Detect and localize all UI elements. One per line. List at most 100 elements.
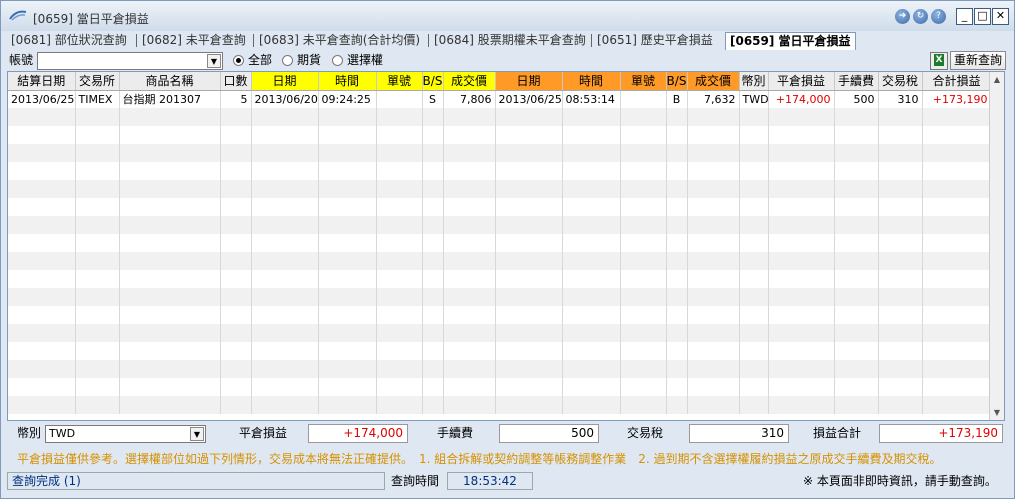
maximize-icon[interactable]: □: [974, 8, 991, 25]
col-header[interactable]: 日期: [495, 72, 563, 91]
empty-cell: [878, 216, 923, 234]
dropdown-arrow-icon[interactable]: ▼: [207, 54, 221, 68]
empty-row: [8, 198, 992, 216]
radio-futures-label[interactable]: 期貨: [297, 51, 321, 69]
minimize-icon[interactable]: _: [956, 8, 973, 25]
empty-row: [8, 288, 992, 306]
currency-label: 幣別: [17, 426, 42, 440]
empty-row: [8, 162, 992, 180]
radio-options[interactable]: [332, 55, 343, 66]
close-icon[interactable]: ✕: [992, 8, 1009, 25]
empty-cell: [251, 126, 319, 144]
empty-cell: [119, 324, 221, 342]
empty-cell: [443, 288, 496, 306]
empty-cell: [220, 306, 252, 324]
table-row[interactable]: 2013/06/25 TIMEX 台指期 201307 5 2013/06/20…: [8, 90, 992, 108]
empty-row: [8, 324, 992, 342]
col-header[interactable]: 日期: [251, 72, 319, 91]
col-header[interactable]: 結算日期: [8, 72, 76, 91]
table-header-row: 結算日期 交易所 商品名稱 口數 日期 時間 單號 B/S 成交價 日期 時間 …: [8, 72, 992, 91]
col-header[interactable]: 成交價: [443, 72, 496, 91]
tab-0683[interactable]: [0683] 未平倉查詢(合計均價): [259, 32, 420, 49]
empty-cell: [562, 180, 621, 198]
empty-cell: [878, 270, 923, 288]
empty-cell: [422, 360, 444, 378]
empty-cell: [739, 324, 769, 342]
empty-cell: [922, 108, 992, 126]
tab-0659[interactable]: [0659] 當日平倉損益: [725, 32, 856, 50]
empty-cell: [834, 180, 879, 198]
col-header[interactable]: 交易所: [75, 72, 120, 91]
empty-cell: [687, 126, 740, 144]
col-header[interactable]: 幣別: [739, 72, 769, 91]
radio-options-label[interactable]: 選擇權: [347, 51, 383, 69]
empty-cell: [495, 180, 563, 198]
empty-cell: [8, 198, 76, 216]
empty-row: [8, 378, 992, 396]
currency-select[interactable]: TWD ▼: [45, 425, 206, 443]
radio-all-label[interactable]: 全部: [248, 51, 272, 69]
col-header[interactable]: 時間: [318, 72, 377, 91]
empty-cell: [75, 216, 120, 234]
table-cell: TWD: [739, 90, 769, 108]
col-header[interactable]: 單號: [620, 72, 667, 91]
empty-cell: [687, 180, 740, 198]
empty-cell: [422, 378, 444, 396]
empty-cell: [251, 342, 319, 360]
radio-futures[interactable]: [282, 55, 293, 66]
empty-cell: [666, 126, 688, 144]
table-cell: 310: [878, 90, 923, 108]
empty-cell: [687, 108, 740, 126]
empty-cell: [318, 234, 377, 252]
help-icon[interactable]: ?: [931, 9, 946, 24]
empty-cell: [119, 216, 221, 234]
empty-cell: [119, 360, 221, 378]
col-header[interactable]: 時間: [562, 72, 621, 91]
empty-cell: [834, 144, 879, 162]
col-header[interactable]: 單號: [376, 72, 423, 91]
empty-cell: [422, 288, 444, 306]
empty-cell: [251, 162, 319, 180]
realtime-disclaimer: ※ 本頁面非即時資訊，請手動查詢。: [803, 474, 997, 488]
empty-cell: [251, 324, 319, 342]
scroll-down-icon[interactable]: ▼: [990, 405, 1004, 420]
empty-cell: [666, 270, 688, 288]
col-header[interactable]: 手續費: [834, 72, 879, 91]
table-cell: 2013/06/25: [495, 90, 563, 108]
empty-row: [8, 180, 992, 198]
tax-value: 310: [689, 424, 789, 443]
dropdown-arrow-icon[interactable]: ▼: [190, 427, 204, 441]
col-header[interactable]: B/S: [422, 72, 444, 91]
tab-0651[interactable]: [0651] 歷史平倉損益: [597, 32, 713, 49]
app-window: [0659] 當日平倉損益 ➜ ↻ ? _ □ ✕ [0681] 部位狀況查詢 …: [0, 0, 1015, 499]
refresh-button[interactable]: 重新查詢: [950, 51, 1006, 70]
radio-all[interactable]: [233, 55, 244, 66]
col-header[interactable]: 平倉損益: [768, 72, 835, 91]
table-cell: TIMEX: [75, 90, 120, 108]
empty-cell: [220, 396, 252, 414]
forward-icon[interactable]: ➜: [895, 9, 910, 24]
col-header[interactable]: B/S: [666, 72, 688, 91]
col-header[interactable]: 合計損益: [922, 72, 992, 91]
tab-0681[interactable]: [0681] 部位狀況查詢: [11, 32, 127, 49]
account-select[interactable]: ▼: [37, 52, 223, 70]
tab-0682[interactable]: [0682] 未平倉查詢: [142, 32, 246, 49]
empty-cell: [495, 306, 563, 324]
col-header[interactable]: 交易稅: [878, 72, 923, 91]
empty-cell: [666, 378, 688, 396]
empty-cell: [376, 126, 423, 144]
scroll-up-icon[interactable]: ▲: [990, 72, 1004, 87]
empty-cell: [220, 162, 252, 180]
col-header[interactable]: 商品名稱: [119, 72, 221, 91]
empty-cell: [220, 378, 252, 396]
empty-cell: [620, 180, 667, 198]
vertical-scrollbar[interactable]: ▲ ▼: [989, 72, 1004, 420]
refresh-icon[interactable]: ↻: [913, 9, 928, 24]
col-header[interactable]: 口數: [220, 72, 252, 91]
empty-row: [8, 216, 992, 234]
excel-icon[interactable]: [930, 52, 948, 70]
empty-cell: [422, 144, 444, 162]
col-header[interactable]: 成交價: [687, 72, 740, 91]
tab-0684[interactable]: [0684] 股票期權未平倉查詢: [434, 32, 586, 49]
empty-cell: [834, 342, 879, 360]
